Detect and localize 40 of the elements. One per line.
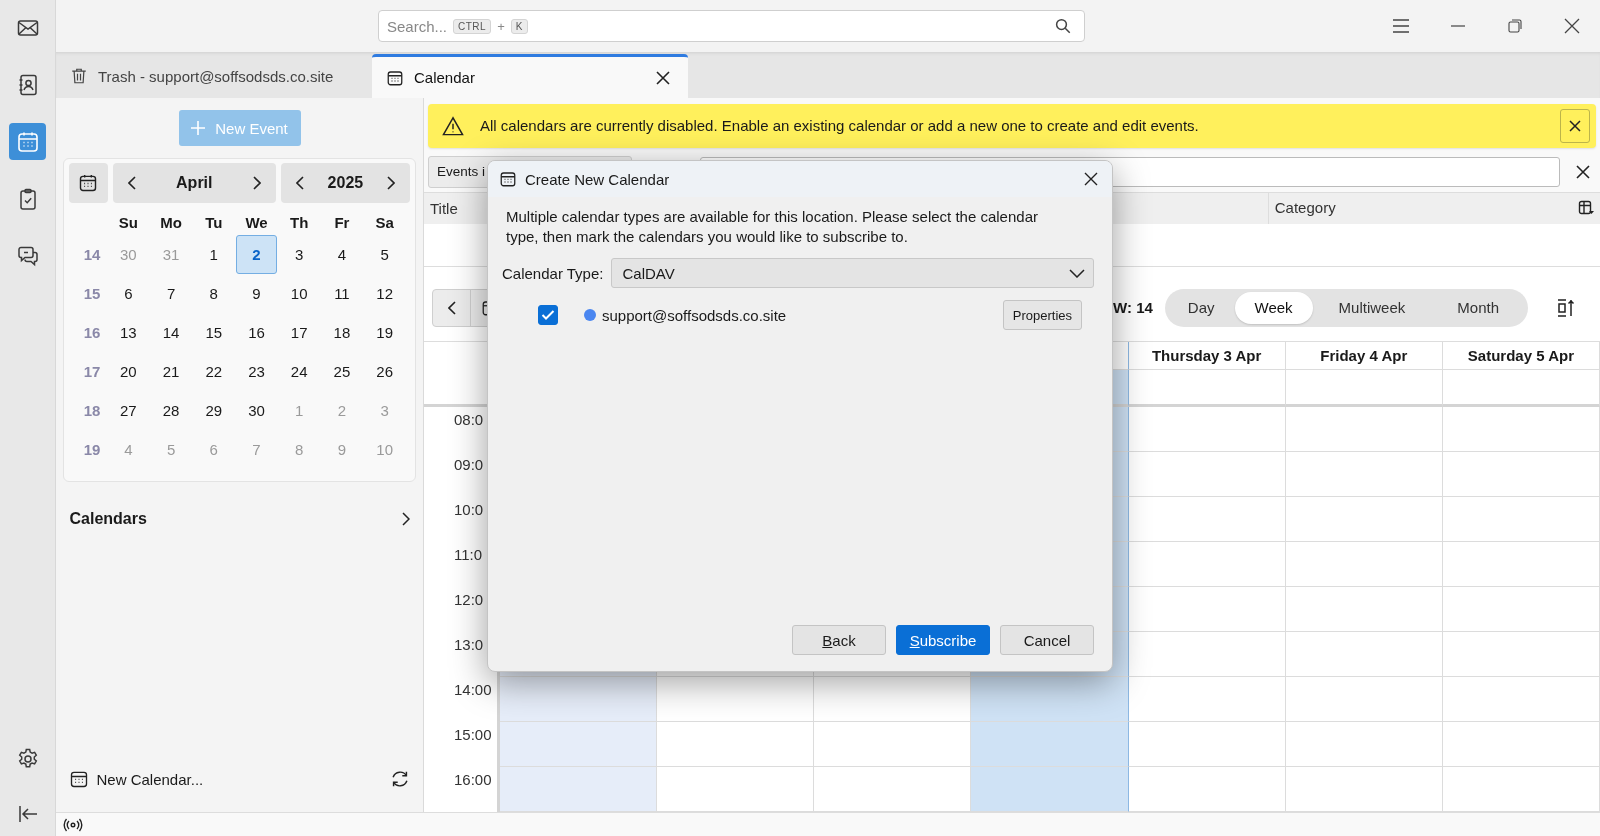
weekday-label: We (244, 213, 269, 233)
week-number: 19 (82, 440, 102, 460)
weekday-label: Mo (159, 213, 183, 233)
time-label: 11:0 (454, 546, 483, 563)
notification-text: All calendars are currently disabled. Enable an existing calendar or add a new one to create and edit events. (480, 117, 1199, 135)
day-header: Thursday 3 Apr (1128, 342, 1286, 370)
weekday-label: Th (289, 213, 310, 233)
time-label: 08:0 (454, 411, 484, 428)
weekday-label: Sa (374, 213, 395, 233)
week-number-label: W: 14 (1113, 299, 1153, 316)
calendar-name: support@soffsodsds.co.site (602, 306, 787, 324)
time-label: 10:0 (454, 501, 484, 518)
week-number: 16 (82, 323, 102, 343)
year-label: 2025 (326, 174, 365, 192)
time-label: 13:0 (454, 636, 484, 653)
weekday-label: Su (117, 213, 139, 233)
time-label: 09:0 (454, 456, 484, 473)
time-label: 16:00 (454, 771, 492, 788)
day-header: Friday 4 Apr (1285, 342, 1443, 370)
tab-title: Calendar (414, 69, 476, 86)
search-placeholder: Search... (387, 17, 448, 35)
weekday-label: Fr (333, 213, 351, 233)
time-label: 15:00 (454, 726, 492, 743)
dialog-description: Multiple calendar types are available for this location. Please select the calendar type, then mark the calendars you would like to subscribe to. (506, 207, 1039, 247)
keyboard-key: K (510, 18, 528, 34)
key-separator: + (497, 18, 505, 34)
weekday-label: Tu (204, 213, 224, 233)
week-number: 14 (82, 245, 102, 265)
field-label: Calendar Type: (502, 264, 604, 282)
month-label: April (175, 174, 214, 192)
time-label: 12:0 (454, 591, 484, 608)
week-number: 17 (82, 362, 102, 382)
calendars-heading: Calendars (69, 510, 147, 528)
dialog-title: Create New Calendar (525, 170, 670, 188)
keyboard-key: CTRL (453, 18, 492, 34)
week-number: 18 (82, 401, 102, 421)
day-header: Saturday 5 Apr (1442, 342, 1600, 370)
time-label: 14:00 (454, 681, 492, 698)
tab-title: Trash - support@soffsodsds.co.site (98, 67, 335, 85)
week-number: 15 (82, 284, 102, 304)
